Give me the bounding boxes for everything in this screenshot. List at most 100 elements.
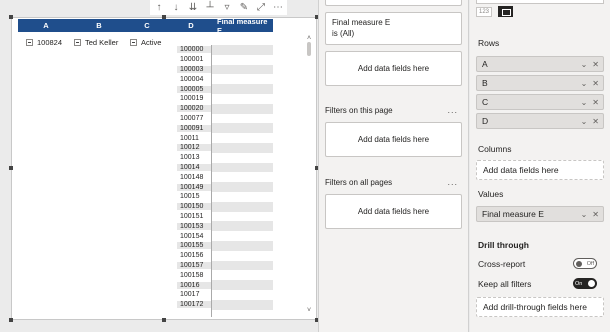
measure-value-cell: [212, 240, 273, 251]
column-header-c[interactable]: C: [124, 21, 170, 30]
d-value-cell: 100157: [177, 261, 212, 269]
close-icon[interactable]: ✕: [592, 117, 599, 126]
measure-value-cell: [212, 64, 273, 75]
drill-through-drop-zone[interactable]: Add drill-through fields here: [476, 297, 604, 317]
d-value-cell: 100156: [177, 252, 212, 260]
scroll-thumb[interactable]: [307, 42, 311, 56]
value-field-measure[interactable]: Final measure E ⌄ ✕: [476, 206, 604, 222]
close-icon[interactable]: ✕: [592, 98, 599, 107]
measure-value-cell: [212, 211, 273, 222]
arrow-up-icon[interactable]: ↑: [152, 0, 166, 14]
chevron-down-icon[interactable]: ⌄: [581, 79, 588, 88]
columns-label: Columns: [478, 144, 512, 154]
table-row: 100149: [177, 182, 273, 192]
table-row: 100004: [177, 74, 273, 85]
more-options-icon[interactable]: ⋯: [271, 0, 285, 14]
more-options-icon[interactable]: ...: [447, 177, 458, 187]
column-header-d[interactable]: D: [170, 21, 212, 30]
visual-filter-drop[interactable]: Add data fields here: [325, 51, 462, 86]
d-value-cell: 100020: [177, 105, 212, 113]
measure-value-cell: [212, 45, 273, 55]
filters-on-all-pages-title: Filters on all pages: [325, 178, 393, 187]
table-row: 100001: [177, 54, 273, 65]
double-arrow-down-icon[interactable]: ⇊: [186, 0, 200, 14]
keep-all-filters-toggle[interactable]: On: [573, 278, 597, 289]
d-value-cell: 10011: [177, 134, 212, 142]
vertical-scrollbar[interactable]: ˄ ˅: [306, 34, 312, 314]
viz-type-icons: 123: [476, 6, 514, 17]
d-value-cell: 10017: [177, 291, 212, 299]
measure-value-cell: [212, 113, 273, 124]
row-cell-c: Active: [130, 38, 170, 47]
report-editor: ↑ ↓ ⇊ ┴ ▿ ✎ ⤢ ⋯ A B C D Final measure E …: [0, 0, 610, 332]
d-value-cell: 100153: [177, 222, 212, 230]
measure-value-cell: [212, 84, 273, 94]
d-value-cell: 100004: [177, 75, 212, 83]
scroll-down-icon[interactable]: ˅: [306, 306, 312, 314]
table-row: 100077: [177, 113, 273, 124]
expand-hierarchy-icon[interactable]: ┴: [203, 0, 217, 14]
measure-value-cell: [212, 54, 273, 65]
column-header-a[interactable]: A: [18, 21, 74, 30]
visual-toolbar: ↑ ↓ ⇊ ┴ ▿ ✎ ⤢ ⋯: [150, 0, 287, 15]
chevron-down-icon[interactable]: ⌄: [581, 98, 588, 107]
more-options-icon[interactable]: ...: [447, 105, 458, 115]
collapse-icon[interactable]: [130, 38, 137, 46]
cross-report-label: Cross-report: [478, 259, 526, 269]
matrix-visual-icon[interactable]: [498, 6, 514, 17]
collapse-icon[interactable]: [74, 38, 81, 46]
keep-all-filters-label: Keep all filters: [478, 279, 532, 289]
row-field-b[interactable]: B ⌄ ✕: [476, 75, 604, 91]
table-row: 100156: [177, 250, 273, 261]
d-value-cell: 10016: [177, 281, 212, 289]
row-value-b: Ted Keller: [85, 37, 119, 47]
row-field-a[interactable]: A ⌄ ✕: [476, 56, 604, 72]
table-row: 100153: [177, 221, 273, 232]
table-row: 100005: [177, 84, 273, 94]
column-header-b[interactable]: B: [74, 21, 124, 30]
matrix-visual[interactable]: A B C D Final measure E 100824 Ted Kelle…: [9, 15, 319, 322]
visualizations-pane: 123 Rows A ⌄ ✕ B ⌄ ✕ C ⌄ ✕ D ⌄ ✕ Columns Add…: [470, 0, 610, 332]
page-filter-drop[interactable]: Add data fields here: [325, 122, 462, 157]
drop-label: Add data fields here: [357, 135, 430, 144]
format-painter-icon[interactable]: ✎: [237, 0, 251, 14]
resize-handle[interactable]: [9, 318, 13, 322]
filter-card-measure[interactable]: Final measure E is (All): [325, 12, 462, 45]
collapse-icon[interactable]: [26, 38, 33, 46]
resize-handle[interactable]: [9, 166, 13, 170]
close-icon[interactable]: ✕: [592, 60, 599, 69]
chevron-down-icon[interactable]: ⌄: [581, 210, 588, 219]
drop-label: Add data fields here: [357, 64, 430, 73]
resize-handle[interactable]: [162, 318, 166, 322]
measure-value-cell: [212, 182, 273, 192]
card-visual-icon[interactable]: 123: [476, 6, 493, 17]
d-value-cell: 100000: [177, 46, 212, 54]
d-value-cell: 100077: [177, 114, 212, 122]
column-header-measure[interactable]: Final measure E: [212, 19, 273, 35]
d-value-cell: 100155: [177, 242, 212, 250]
chevron-down-icon[interactable]: ⌄: [581, 117, 588, 126]
d-value-cell: 10013: [177, 154, 212, 162]
close-icon[interactable]: ✕: [592, 79, 599, 88]
arrow-down-icon[interactable]: ↓: [169, 0, 183, 14]
columns-drop-zone[interactable]: Add data fields here: [476, 160, 604, 180]
measure-value-cell: [212, 103, 273, 114]
measure-value-cell: [212, 260, 273, 271]
row-field-d[interactable]: D ⌄ ✕: [476, 113, 604, 129]
report-filter-drop[interactable]: Add data fields here: [325, 194, 462, 229]
resize-handle[interactable]: [9, 15, 13, 19]
filter-card-partial[interactable]: [325, 0, 462, 6]
filter-icon[interactable]: ▿: [220, 0, 234, 14]
table-row: 100151: [177, 211, 273, 222]
scroll-up-icon[interactable]: ˄: [306, 34, 312, 42]
measure-value-cell: [212, 299, 273, 310]
d-value-cell: 100005: [177, 85, 212, 93]
toggle-state: Off: [586, 260, 594, 267]
close-icon[interactable]: ✕: [592, 210, 599, 219]
chevron-down-icon[interactable]: ⌄: [581, 60, 588, 69]
row-field-c[interactable]: C ⌄ ✕: [476, 94, 604, 110]
table-row: 10015: [177, 191, 273, 202]
cross-report-toggle[interactable]: Off: [573, 258, 597, 269]
measure-value-cell: [212, 142, 273, 153]
focus-mode-icon[interactable]: ⤢: [254, 0, 268, 14]
